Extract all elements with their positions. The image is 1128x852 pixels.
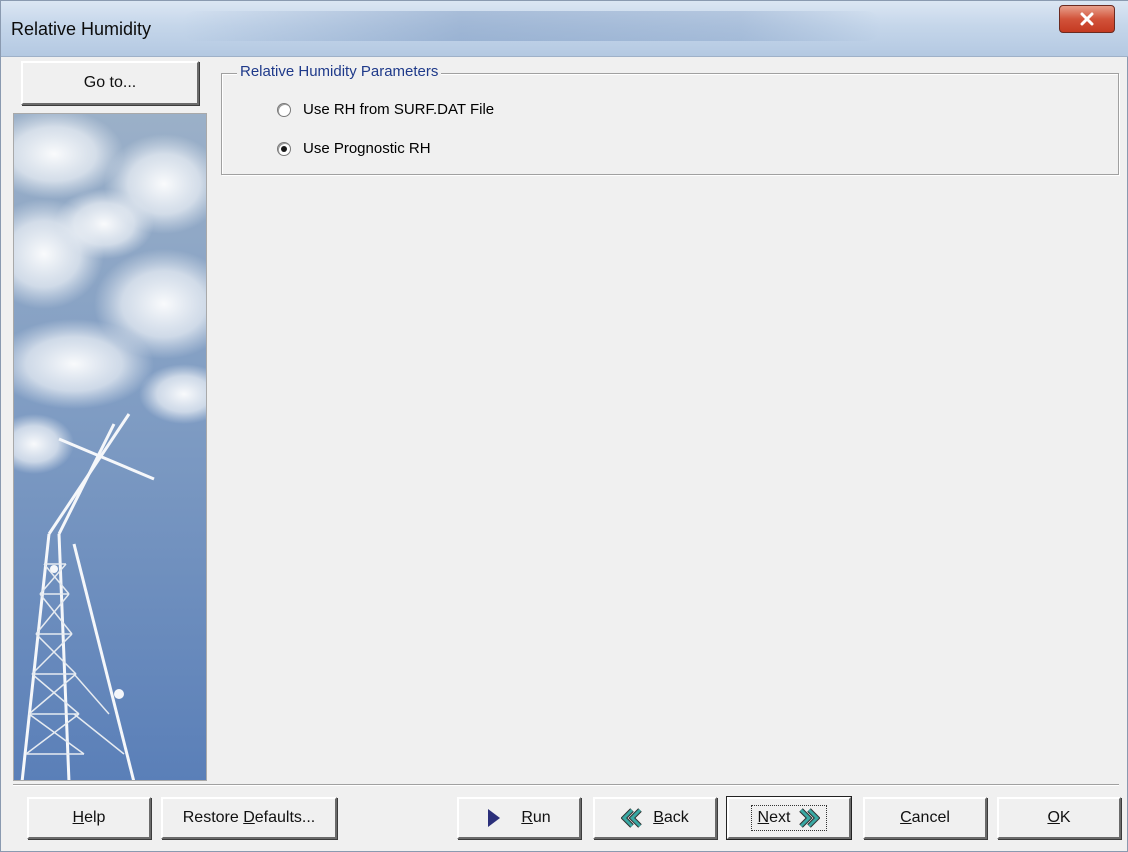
restore-defaults-button[interactable]: Restore Defaults... (161, 797, 337, 839)
close-icon (1080, 12, 1094, 26)
next-double-chevron-icon (799, 808, 821, 828)
goto-button[interactable]: Go to... (21, 61, 199, 105)
group-label: Relative Humidity Parameters (237, 63, 442, 80)
goto-button-label: Go to... (83, 74, 137, 91)
ok-button[interactable]: OK (997, 797, 1121, 839)
radio-button-surf-dat[interactable] (277, 102, 291, 117)
radio-label-surf-dat: Use RH from SURF.DAT File (303, 101, 495, 118)
help-button-label: Help (72, 809, 106, 826)
radio-button-prognostic[interactable] (277, 141, 291, 156)
radio-option-prognostic[interactable]: Use Prognostic RH (277, 140, 431, 157)
next-button-focus: Next (750, 805, 828, 831)
help-button[interactable]: Help (27, 797, 151, 839)
cancel-button-label: Cancel (900, 809, 950, 826)
next-button-label: Next (757, 809, 791, 826)
ok-button-label: OK (1047, 809, 1071, 826)
close-button[interactable] (1059, 5, 1115, 33)
cancel-button[interactable]: Cancel (863, 797, 987, 839)
run-button-label: Run (521, 809, 551, 826)
radio-option-surf-dat[interactable]: Use RH from SURF.DAT File (277, 101, 494, 118)
run-button[interactable]: Run (457, 797, 581, 839)
footer-separator (13, 784, 1119, 786)
back-button[interactable]: Back (593, 797, 717, 839)
play-icon (488, 809, 501, 827)
back-double-chevron-icon (621, 808, 642, 828)
window-title: Relative Humidity (11, 19, 152, 39)
radio-label-prognostic: Use Prognostic RH (303, 140, 431, 157)
next-button[interactable]: Next (726, 796, 852, 840)
rh-parameters-group (221, 73, 1119, 175)
back-button-label: Back (653, 809, 689, 826)
sidebar-photo (13, 113, 207, 781)
title-bar: Relative Humidity (1, 1, 1128, 57)
dialog-window: Relative Humidity Go to... Relative Humi… (0, 0, 1128, 852)
restore-defaults-label: Restore Defaults... (182, 809, 316, 826)
